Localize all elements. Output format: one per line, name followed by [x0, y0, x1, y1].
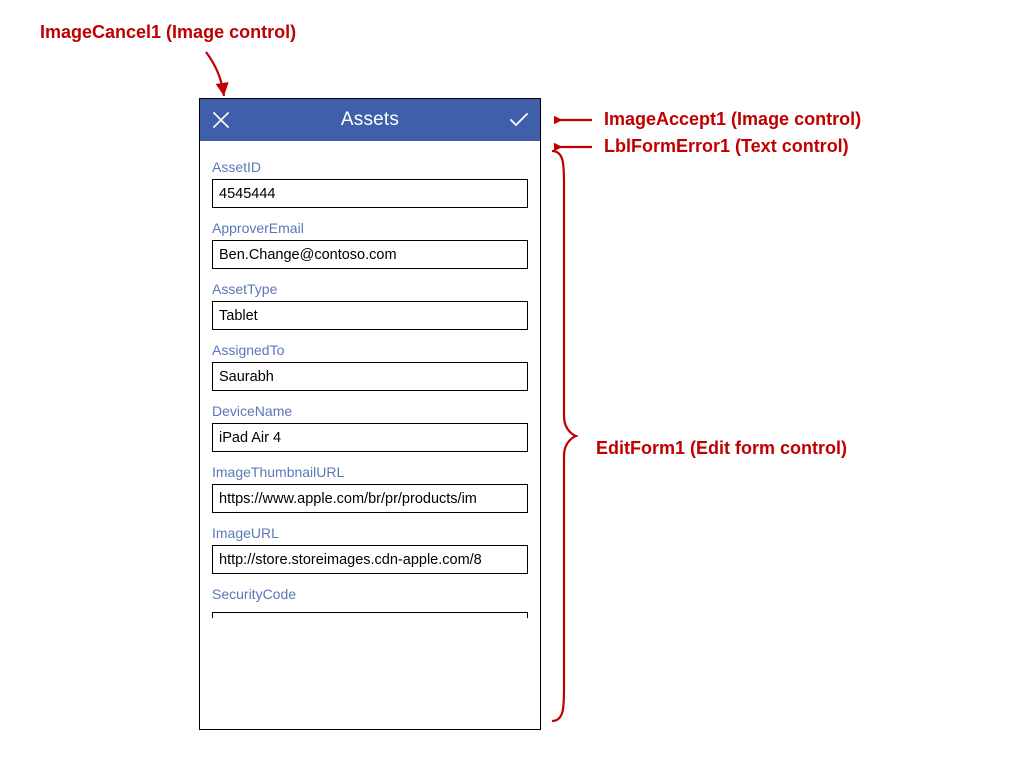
annotation-image-cancel1: ImageCancel1 (Image control)	[40, 22, 296, 43]
field-label: ImageThumbnailURL	[212, 464, 528, 480]
arrow-top-left	[200, 48, 240, 100]
phone-header: Assets	[200, 99, 540, 141]
field-assignedto: AssignedTo	[212, 342, 528, 391]
field-assetid: AssetID	[212, 159, 528, 208]
annotation-edit-form1: EditForm1 (Edit form control)	[596, 438, 847, 459]
assignedto-input[interactable]	[212, 362, 528, 391]
checkmark-icon[interactable]	[508, 109, 530, 131]
assetid-input[interactable]	[212, 179, 528, 208]
devicename-input[interactable]	[212, 423, 528, 452]
field-label: ApproverEmail	[212, 220, 528, 236]
annotation-image-accept1: ImageAccept1 (Image control)	[554, 109, 861, 130]
close-icon[interactable]	[210, 109, 232, 131]
imagethumbnailurl-input[interactable]	[212, 484, 528, 513]
field-label: SecurityCode	[212, 586, 528, 602]
field-label: ImageURL	[212, 525, 528, 541]
curly-brace	[548, 145, 578, 727]
field-label: AssignedTo	[212, 342, 528, 358]
imageurl-input[interactable]	[212, 545, 528, 574]
annotation-lbl-form-error1: LblFormError1 (Text control)	[554, 136, 849, 157]
field-imageurl: ImageURL	[212, 525, 528, 574]
field-imagethumbnailurl: ImageThumbnailURL	[212, 464, 528, 513]
phone-screen: Assets AssetID ApproverEmail AssetType A…	[199, 98, 541, 730]
approveremail-input[interactable]	[212, 240, 528, 269]
page-title: Assets	[341, 109, 399, 131]
securitycode-input[interactable]	[212, 612, 528, 618]
field-approveremail: ApproverEmail	[212, 220, 528, 269]
annotation-text: LblFormError1 (Text control)	[604, 136, 849, 157]
field-label: AssetID	[212, 159, 528, 175]
assettype-input[interactable]	[212, 301, 528, 330]
field-securitycode: SecurityCode	[212, 586, 528, 624]
field-label: AssetType	[212, 281, 528, 297]
annotation-text: ImageAccept1 (Image control)	[604, 109, 861, 130]
edit-form1: AssetID ApproverEmail AssetType Assigned…	[200, 145, 540, 624]
field-assettype: AssetType	[212, 281, 528, 330]
field-devicename: DeviceName	[212, 403, 528, 452]
field-label: DeviceName	[212, 403, 528, 419]
